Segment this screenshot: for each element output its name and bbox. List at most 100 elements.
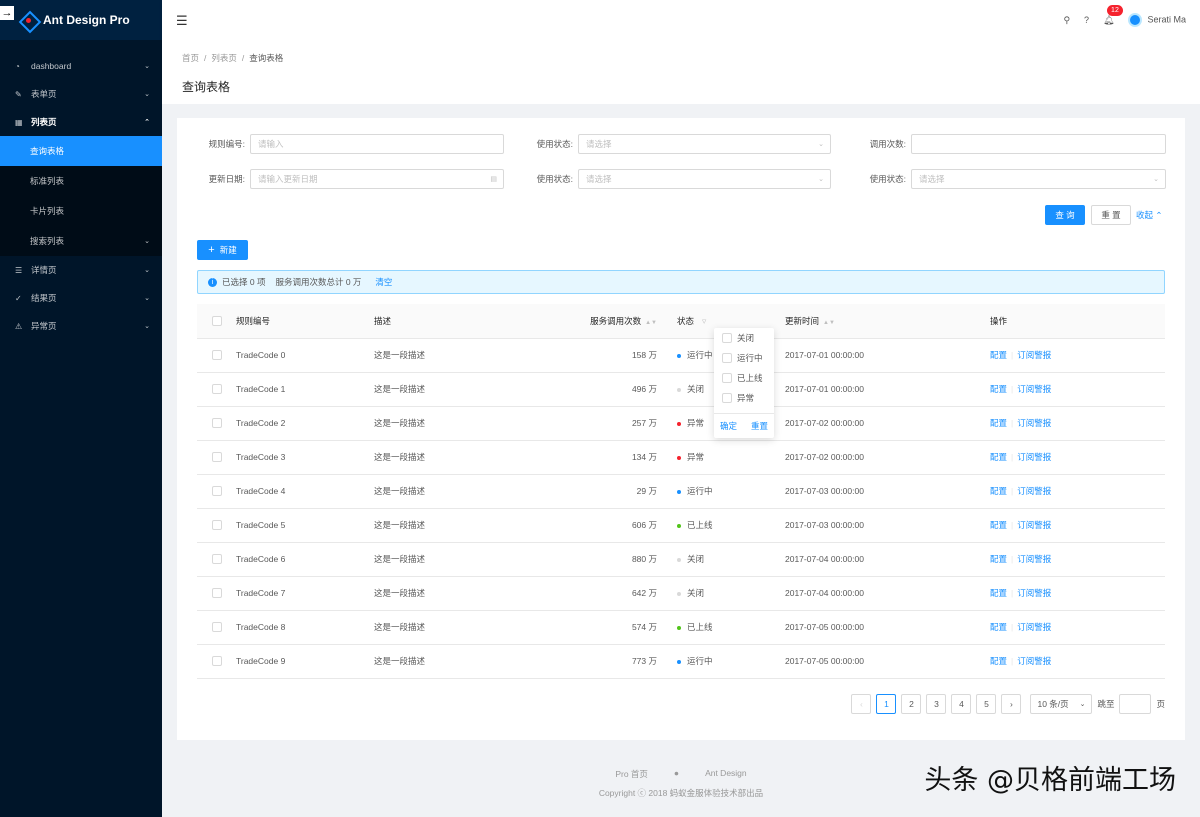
subscribe-alert-link[interactable]: 订阅警报	[1017, 486, 1051, 496]
table-row: TradeCode 3 这是一段描述 134 万异常 2017-07-02 00:00…	[197, 440, 1165, 475]
filter-option-error[interactable]: 异常	[714, 388, 774, 408]
call-count-input[interactable]	[911, 134, 1166, 154]
page-4[interactable]: 4	[951, 694, 972, 714]
sidebar-item-query-table[interactable]: 查询表格	[0, 136, 162, 166]
watermark: 头条 @贝格前端工场	[924, 765, 1176, 796]
page-size-select[interactable]: 10 条/页 ⌄	[1030, 694, 1093, 714]
page-3[interactable]: 3	[926, 694, 947, 714]
user-menu[interactable]: Serati Ma	[1128, 13, 1186, 27]
row-checkbox[interactable]	[211, 418, 222, 429]
form-item-status: 使用状态: 请选择 ⌄	[525, 134, 831, 154]
footer-link-antd[interactable]: Ant Design	[705, 768, 747, 780]
subscribe-alert-link[interactable]: 订阅警报	[1017, 350, 1051, 360]
row-checkbox[interactable]	[211, 554, 222, 565]
filter-option-running[interactable]: 运行中	[714, 348, 774, 368]
actions-cell: 配置 | 订阅警报	[990, 610, 1165, 645]
sort-icon: ▲▼	[823, 319, 835, 326]
status-select[interactable]: 请选择 ⌄	[578, 134, 831, 154]
subscribe-alert-link[interactable]: 订阅警报	[1017, 622, 1051, 632]
filter-confirm-link[interactable]: 确定	[720, 420, 737, 432]
bell-icon[interactable]: 🔔︎ 12	[1103, 4, 1123, 26]
reset-button[interactable]: 重 置	[1091, 205, 1131, 225]
subscribe-alert-link[interactable]: 订阅警报	[1017, 588, 1051, 598]
form-item-status-3: 使用状态: 请选择 ⌄	[858, 169, 1166, 189]
select-all-checkbox[interactable]	[211, 316, 222, 327]
row-checkbox[interactable]	[211, 588, 222, 599]
subscribe-alert-link[interactable]: 订阅警报	[1017, 656, 1051, 666]
chevron-down-icon: ⌄	[144, 323, 150, 330]
subscribe-alert-link[interactable]: 订阅警报	[1017, 452, 1051, 462]
config-link[interactable]: 配置	[990, 452, 1007, 462]
sidebar-item-exception[interactable]: ⚠ 异常页 ⌄	[0, 312, 162, 340]
column-update-time[interactable]: 更新时间 ▲▼	[785, 304, 990, 339]
warning-icon: ⚠	[15, 321, 23, 331]
column-calls[interactable]: 服务调用次数 ▲▼	[554, 304, 677, 339]
config-link[interactable]: 配置	[990, 384, 1007, 394]
config-link[interactable]: 配置	[990, 418, 1007, 428]
new-button[interactable]: + 新建	[197, 240, 248, 260]
page-5[interactable]: 5	[976, 694, 997, 714]
config-link[interactable]: 配置	[990, 486, 1007, 496]
config-link[interactable]: 配置	[990, 622, 1007, 632]
row-checkbox[interactable]	[211, 656, 222, 667]
jump-input[interactable]	[1119, 694, 1152, 714]
filter-icon[interactable]: ▿	[702, 316, 706, 326]
row-checkbox[interactable]	[211, 384, 222, 395]
sidebar-item-search-list[interactable]: 搜索列表 ⌄	[0, 226, 162, 256]
sidebar-item-card-list[interactable]: 卡片列表	[0, 196, 162, 226]
status-dot	[677, 387, 681, 392]
sidebar-item-standard-list[interactable]: 标准列表	[0, 166, 162, 196]
page-2[interactable]: 2	[901, 694, 922, 714]
config-link[interactable]: 配置	[990, 554, 1007, 564]
config-link[interactable]: 配置	[990, 588, 1007, 598]
row-checkbox[interactable]	[211, 486, 222, 497]
breadcrumb-list[interactable]: 列表页	[211, 53, 237, 63]
logo[interactable]: Ant Design Pro	[0, 0, 162, 40]
row-checkbox[interactable]	[211, 520, 222, 531]
status-select-3[interactable]: 请选择 ⌄	[911, 169, 1166, 189]
subscribe-alert-link[interactable]: 订阅警报	[1017, 554, 1051, 564]
chevron-down-icon: ⌄	[144, 63, 150, 70]
filter-reset-link[interactable]: 重置	[751, 420, 768, 432]
footer-link-pro[interactable]: Pro 首页	[615, 768, 648, 780]
sidebar-item-list[interactable]: ▦ 列表页 ⌃	[0, 108, 162, 136]
menu-fold-icon[interactable]: ☰	[176, 13, 188, 29]
collapse-link[interactable]: 收起 ⌃	[1136, 209, 1163, 221]
update-time-cell: 2017-07-05 00:00:00	[785, 610, 990, 645]
row-checkbox[interactable]	[211, 622, 222, 633]
page-1[interactable]: 1	[876, 694, 897, 714]
clear-link[interactable]: 清空	[375, 276, 392, 288]
sidebar-item-profile[interactable]: ☰ 详情页 ⌄	[0, 256, 162, 284]
subscribe-alert-link[interactable]: 订阅警报	[1017, 384, 1051, 394]
question-icon[interactable]: ?	[1084, 15, 1089, 25]
plus-icon: +	[208, 244, 215, 256]
filter-option-online[interactable]: 已上线	[714, 368, 774, 388]
prev-page-button[interactable]: ‹	[851, 694, 872, 714]
next-page-button[interactable]: ›	[1001, 694, 1022, 714]
arrow-right-icon[interactable]: →	[0, 6, 14, 20]
subscribe-alert-link[interactable]: 订阅警报	[1017, 520, 1051, 530]
subscribe-alert-link[interactable]: 订阅警报	[1017, 418, 1051, 428]
filter-option-closed[interactable]: 关闭	[714, 328, 774, 348]
config-link[interactable]: 配置	[990, 656, 1007, 666]
calls-cell: 574 万	[554, 610, 677, 645]
github-icon[interactable]: ●	[674, 768, 679, 780]
rule-no-input[interactable]: 请输入	[250, 134, 504, 154]
sidebar-item-dashboard[interactable]: ◔ dashboard ⌄	[0, 52, 162, 80]
sidebar-item-form[interactable]: ✎ 表单页 ⌄	[0, 80, 162, 108]
breadcrumb-home[interactable]: 首页	[182, 53, 199, 63]
row-checkbox[interactable]	[211, 452, 222, 463]
row-checkbox[interactable]	[211, 350, 222, 361]
status-dot	[677, 489, 681, 494]
form-item-status-2: 使用状态: 请选择 ⌄	[525, 169, 831, 189]
calls-cell: 606 万	[554, 508, 677, 543]
search-icon[interactable]: ⚲	[1063, 15, 1070, 26]
config-link[interactable]: 配置	[990, 520, 1007, 530]
config-link[interactable]: 配置	[990, 350, 1007, 360]
update-date-picker[interactable]: 请输入更新日期 ▤	[250, 169, 504, 189]
status-select-2[interactable]: 请选择 ⌄	[578, 169, 831, 189]
desc-cell: 这是一段描述	[374, 474, 554, 509]
desc-cell: 这是一段描述	[374, 542, 554, 577]
sidebar-item-result[interactable]: ✓ 结果页 ⌄	[0, 284, 162, 312]
query-button[interactable]: 查 询	[1045, 205, 1085, 225]
